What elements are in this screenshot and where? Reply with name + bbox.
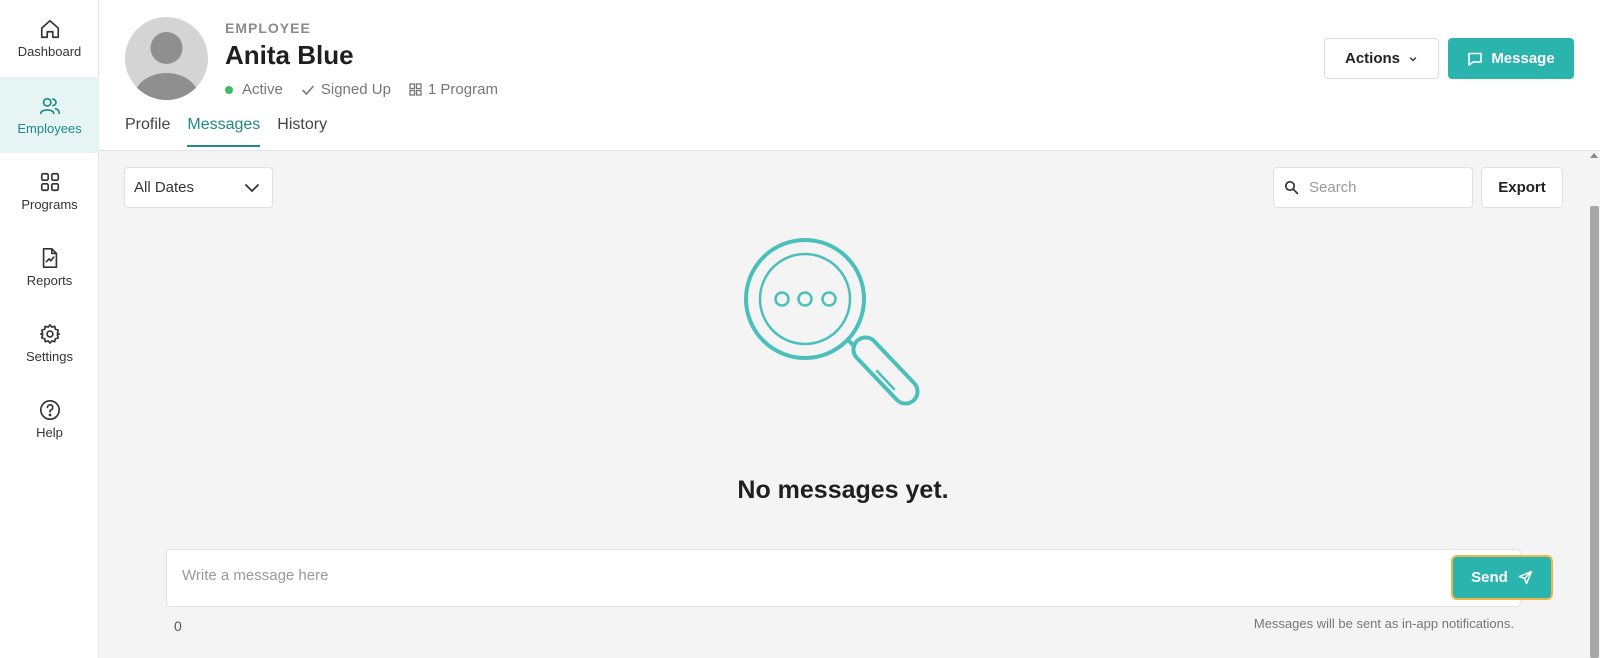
sidebar-item-employees[interactable]: Employees	[0, 77, 99, 153]
gear-icon	[39, 323, 60, 344]
sidebar-item-programs[interactable]: Programs	[0, 153, 99, 229]
help-icon	[39, 399, 60, 420]
chat-icon	[1468, 52, 1483, 66]
profile-meta: Active Signed Up 1 Program	[225, 81, 516, 98]
grid-icon	[409, 83, 422, 96]
avatar	[125, 17, 208, 100]
actions-label: Actions	[1344, 50, 1400, 67]
check-icon	[302, 85, 314, 95]
search-input[interactable]	[1309, 179, 1459, 196]
sidebar: Dashboard Employees Programs Reports Set…	[0, 0, 99, 658]
message-label: Message	[1491, 50, 1555, 67]
sidebar-item-settings[interactable]: Settings	[0, 305, 99, 381]
message-button[interactable]: Message	[1448, 38, 1574, 79]
sidebar-item-label: Programs	[21, 196, 78, 212]
sidebar-item-help[interactable]: Help	[0, 381, 99, 457]
scrollbar-thumb[interactable]	[1590, 206, 1599, 658]
composer-hint: Messages will be sent as in-app notifica…	[1253, 616, 1514, 631]
search-box	[1273, 167, 1473, 208]
scroll-up-icon[interactable]	[1590, 153, 1598, 158]
user-placeholder-icon	[134, 32, 199, 100]
report-icon	[42, 247, 57, 268]
sidebar-item-dashboard[interactable]: Dashboard	[0, 0, 99, 76]
users-icon	[39, 97, 60, 114]
sidebar-item-label: Reports	[26, 272, 73, 288]
chevron-down-icon	[1409, 56, 1417, 61]
message-input[interactable]	[182, 567, 1362, 593]
chevron-down-icon	[245, 183, 259, 192]
tab-messages[interactable]: Messages	[187, 116, 261, 147]
tab-profile[interactable]: Profile	[125, 116, 170, 147]
status-dot-icon	[225, 85, 233, 94]
sidebar-item-label: Dashboard	[17, 43, 82, 59]
sidebar-item-label: Settings	[26, 348, 73, 364]
send-button[interactable]: Send	[1453, 557, 1551, 598]
programs-badge: 1 Program	[409, 81, 498, 98]
send-icon	[1518, 570, 1533, 585]
vertical-scrollbar[interactable]	[1587, 151, 1600, 658]
date-filter-select[interactable]: All Dates	[124, 167, 273, 208]
signup-text: Signed Up	[320, 81, 391, 98]
send-label: Send	[1471, 569, 1508, 586]
sidebar-item-reports[interactable]: Reports	[0, 229, 99, 305]
programs-text: 1 Program	[427, 81, 498, 98]
search-icon	[1284, 180, 1299, 195]
actions-button[interactable]: Actions	[1324, 38, 1439, 79]
signup-badge: Signed Up	[301, 81, 391, 98]
message-composer: Send	[166, 549, 1551, 607]
employee-name: Anita Blue	[225, 40, 354, 70]
magnifier-chat-icon	[744, 238, 920, 406]
export-button[interactable]: Export	[1481, 167, 1563, 208]
home-icon	[40, 19, 59, 38]
character-count: 0	[174, 618, 182, 634]
profile-eyebrow: EMPLOYEE	[225, 20, 311, 36]
empty-state-title: No messages yet.	[737, 476, 949, 504]
tab-history[interactable]: History	[277, 116, 327, 147]
sidebar-item-label: Help	[36, 424, 63, 440]
messages-panel: All Dates Export No messages yet. Send 0…	[99, 151, 1587, 658]
profile-tabs: Profile Messages History	[125, 116, 344, 147]
sidebar-item-label: Employees	[17, 120, 82, 136]
status-text: Active	[242, 81, 283, 98]
profile-header: EMPLOYEE Anita Blue Active Signed Up 1 P…	[99, 0, 1600, 151]
status-badge: Active	[225, 81, 283, 98]
date-filter-value: All Dates	[134, 179, 195, 196]
grid-icon	[40, 172, 59, 191]
